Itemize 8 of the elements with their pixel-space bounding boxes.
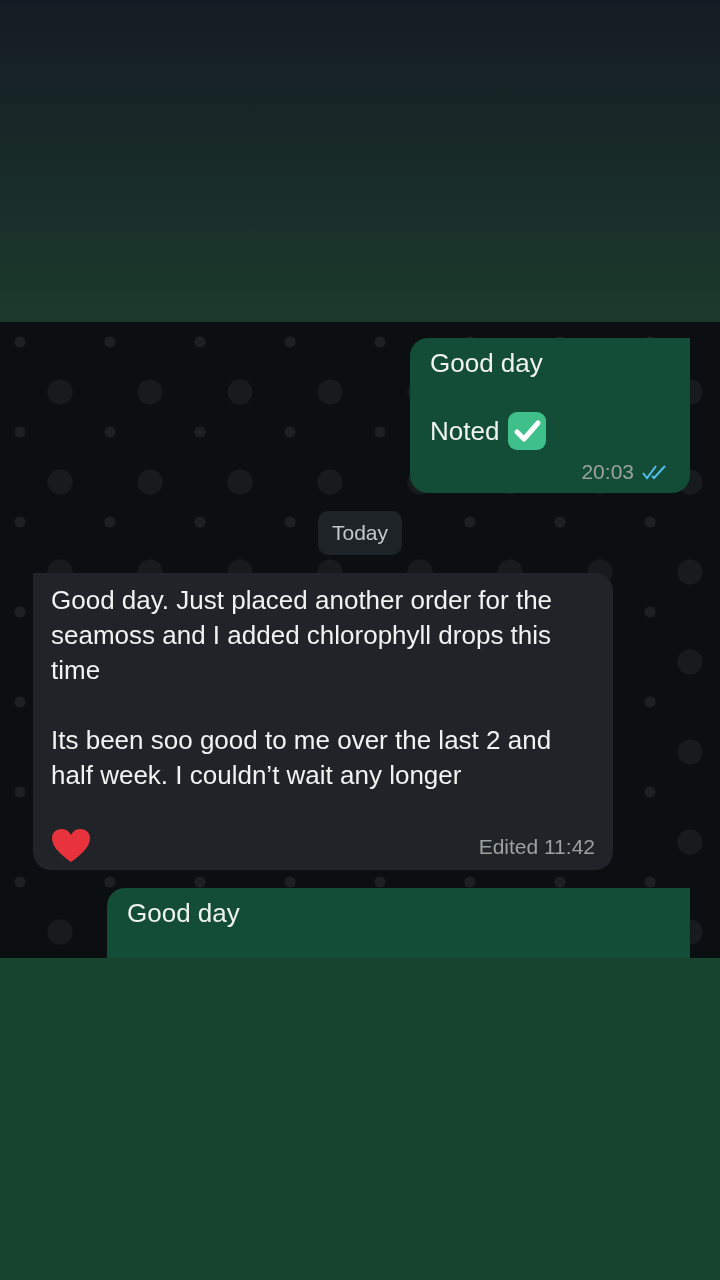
message-text: Good day	[127, 897, 240, 930]
message-time: 20:03	[581, 459, 634, 485]
message-text: Noted	[430, 414, 500, 448]
edited-time: Edited 11:42	[478, 834, 595, 860]
message-text: Good day. Just placed another order for the seamoss and I added chlorophyll drops this time	[51, 584, 554, 687]
date-chip: Today	[317, 511, 402, 555]
message-text: Good day	[430, 347, 543, 380]
message-text: Its been soo good to me over the last 2 and half week. I couldn’t wait any longer	[51, 724, 553, 792]
